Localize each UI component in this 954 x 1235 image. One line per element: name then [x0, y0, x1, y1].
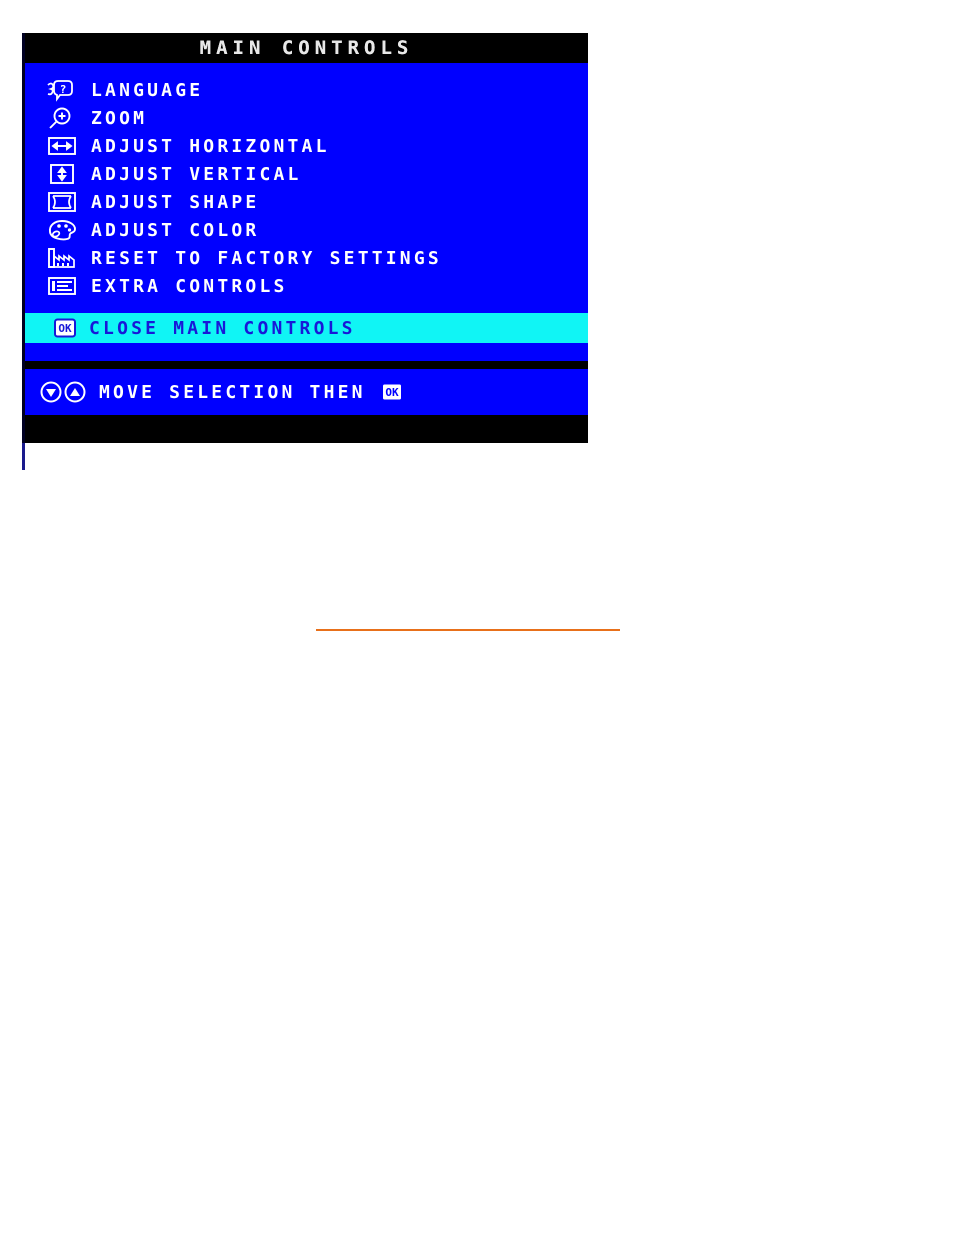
menu-item-adjust-color[interactable]: ADJUST COLOR	[25, 216, 588, 244]
svg-text:?: ?	[60, 83, 67, 96]
footer-hint-label: MOVE SELECTION THEN	[99, 381, 366, 403]
menu-item-extra-controls[interactable]: EXTRA CONTROLS	[25, 272, 588, 300]
horizontal-divider-rule	[316, 629, 620, 631]
head-question-bubble-icon: ?	[45, 78, 81, 102]
color-palette-icon	[45, 218, 81, 242]
page-title: MAIN CONTROLS	[199, 37, 414, 59]
menu-item-adjust-horizontal[interactable]: ADJUST HORIZONTAL	[25, 132, 588, 160]
down-arrow-circle-icon	[39, 380, 63, 404]
list-document-icon	[45, 274, 81, 298]
menu-item-adjust-shape[interactable]: ADJUST SHAPE	[25, 188, 588, 216]
osd-separator	[25, 361, 588, 369]
menu-item-label: ZOOM	[91, 107, 148, 129]
menu-item-close-main-controls[interactable]: OK CLOSE MAIN CONTROLS	[25, 313, 588, 343]
menu-item-reset-to-factory-settings[interactable]: RESET TO FACTORY SETTINGS	[25, 244, 588, 272]
magnifier-plus-icon	[45, 106, 81, 130]
menu-item-zoom[interactable]: ZOOM	[25, 104, 588, 132]
ok-button-icon: OK	[380, 380, 406, 404]
osd-gap-below-highlight	[25, 343, 588, 361]
pincushion-shape-icon	[45, 190, 81, 214]
menu-item-label: RESET TO FACTORY SETTINGS	[91, 247, 442, 269]
up-arrow-circle-icon	[63, 380, 87, 404]
menu-item-label: EXTRA CONTROLS	[91, 275, 288, 297]
osd-footer-hint: MOVE SELECTION THEN OK	[25, 369, 588, 415]
menu-item-label: ADJUST HORIZONTAL	[91, 135, 330, 157]
svg-text:OK: OK	[385, 386, 399, 399]
menu-item-adjust-vertical[interactable]: ADJUST VERTICAL	[25, 160, 588, 188]
osd-menu-list: ? LANGUAGE ZOOM ADJUST HORIZONTAL ADJUST…	[25, 63, 588, 308]
menu-item-label: ADJUST VERTICAL	[91, 163, 302, 185]
osd-main-controls-panel: MAIN CONTROLS ? LANGUAGE ZOOM ADJUST HOR…	[22, 33, 588, 443]
menu-item-label: ADJUST SHAPE	[91, 191, 260, 213]
vertical-arrow-box-icon	[45, 162, 81, 186]
menu-item-label: ADJUST COLOR	[91, 219, 260, 241]
ok-button-icon: OK	[53, 316, 79, 340]
menu-item-language[interactable]: ? LANGUAGE	[25, 76, 588, 104]
menu-item-label: CLOSE MAIN CONTROLS	[89, 317, 356, 339]
horizontal-arrow-box-icon	[45, 134, 81, 158]
menu-item-label: LANGUAGE	[91, 79, 204, 101]
factory-icon	[45, 246, 81, 270]
osd-bottom-edge	[25, 415, 588, 423]
panel-left-tail-line	[22, 443, 25, 470]
svg-text:OK: OK	[58, 322, 72, 335]
osd-title-bar: MAIN CONTROLS	[25, 33, 588, 63]
